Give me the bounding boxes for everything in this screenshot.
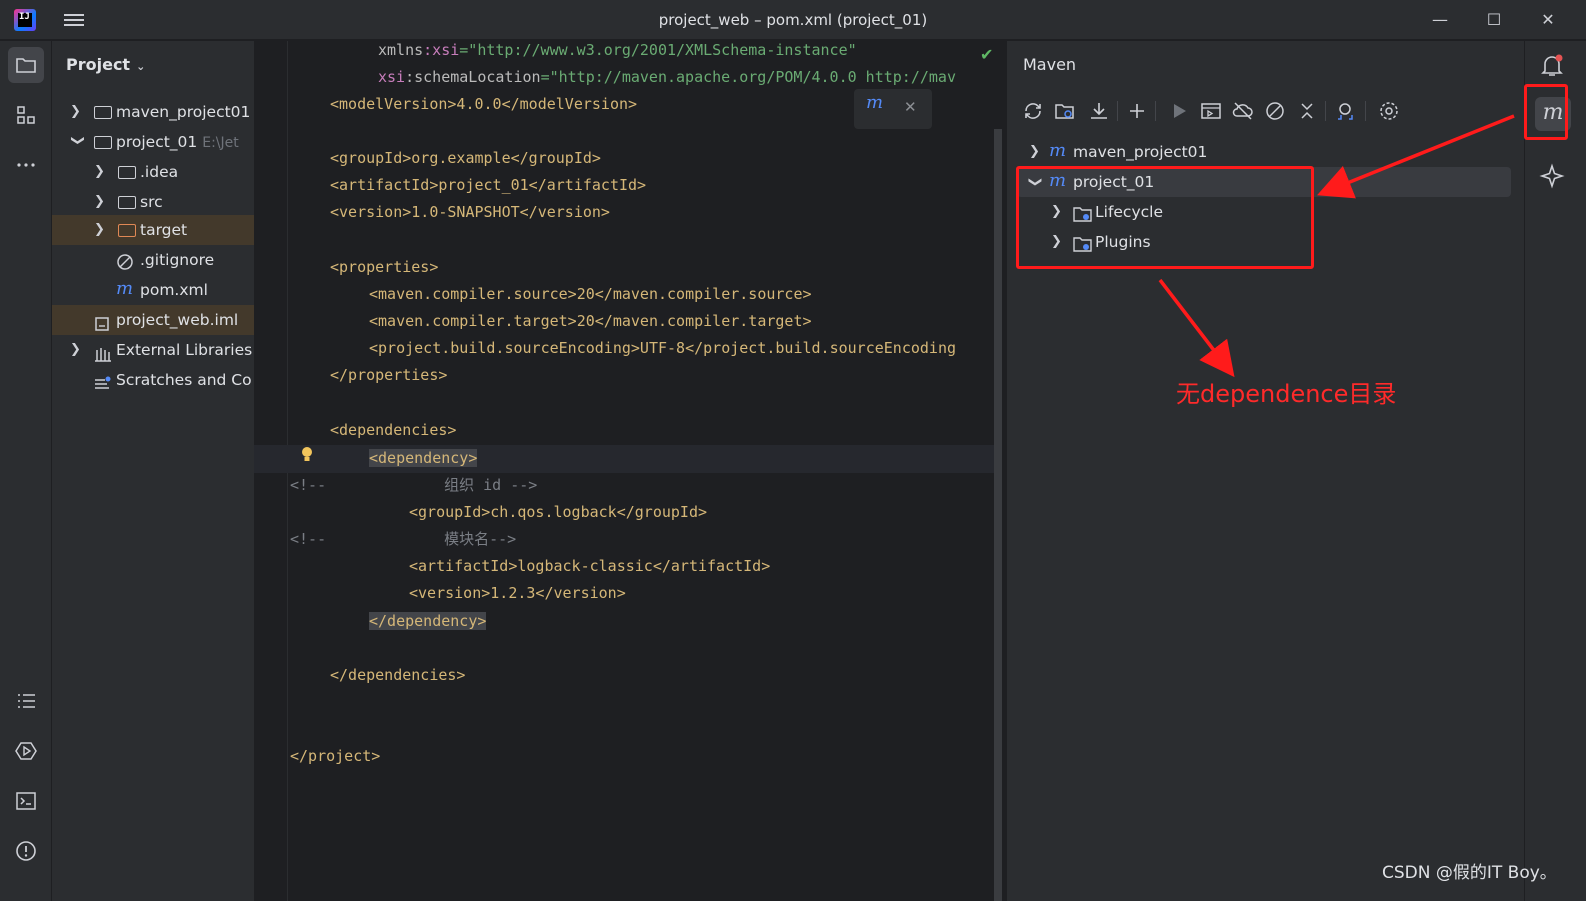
annotation-arrows bbox=[1158, 114, 1515, 378]
annotation-arrow bbox=[1158, 278, 1235, 378]
watermark: CSDN @假的IT Boy。 bbox=[1382, 863, 1557, 883]
annotation-text: 无dependence目录 bbox=[1176, 380, 1397, 408]
annotation-arrow bbox=[1317, 114, 1515, 199]
